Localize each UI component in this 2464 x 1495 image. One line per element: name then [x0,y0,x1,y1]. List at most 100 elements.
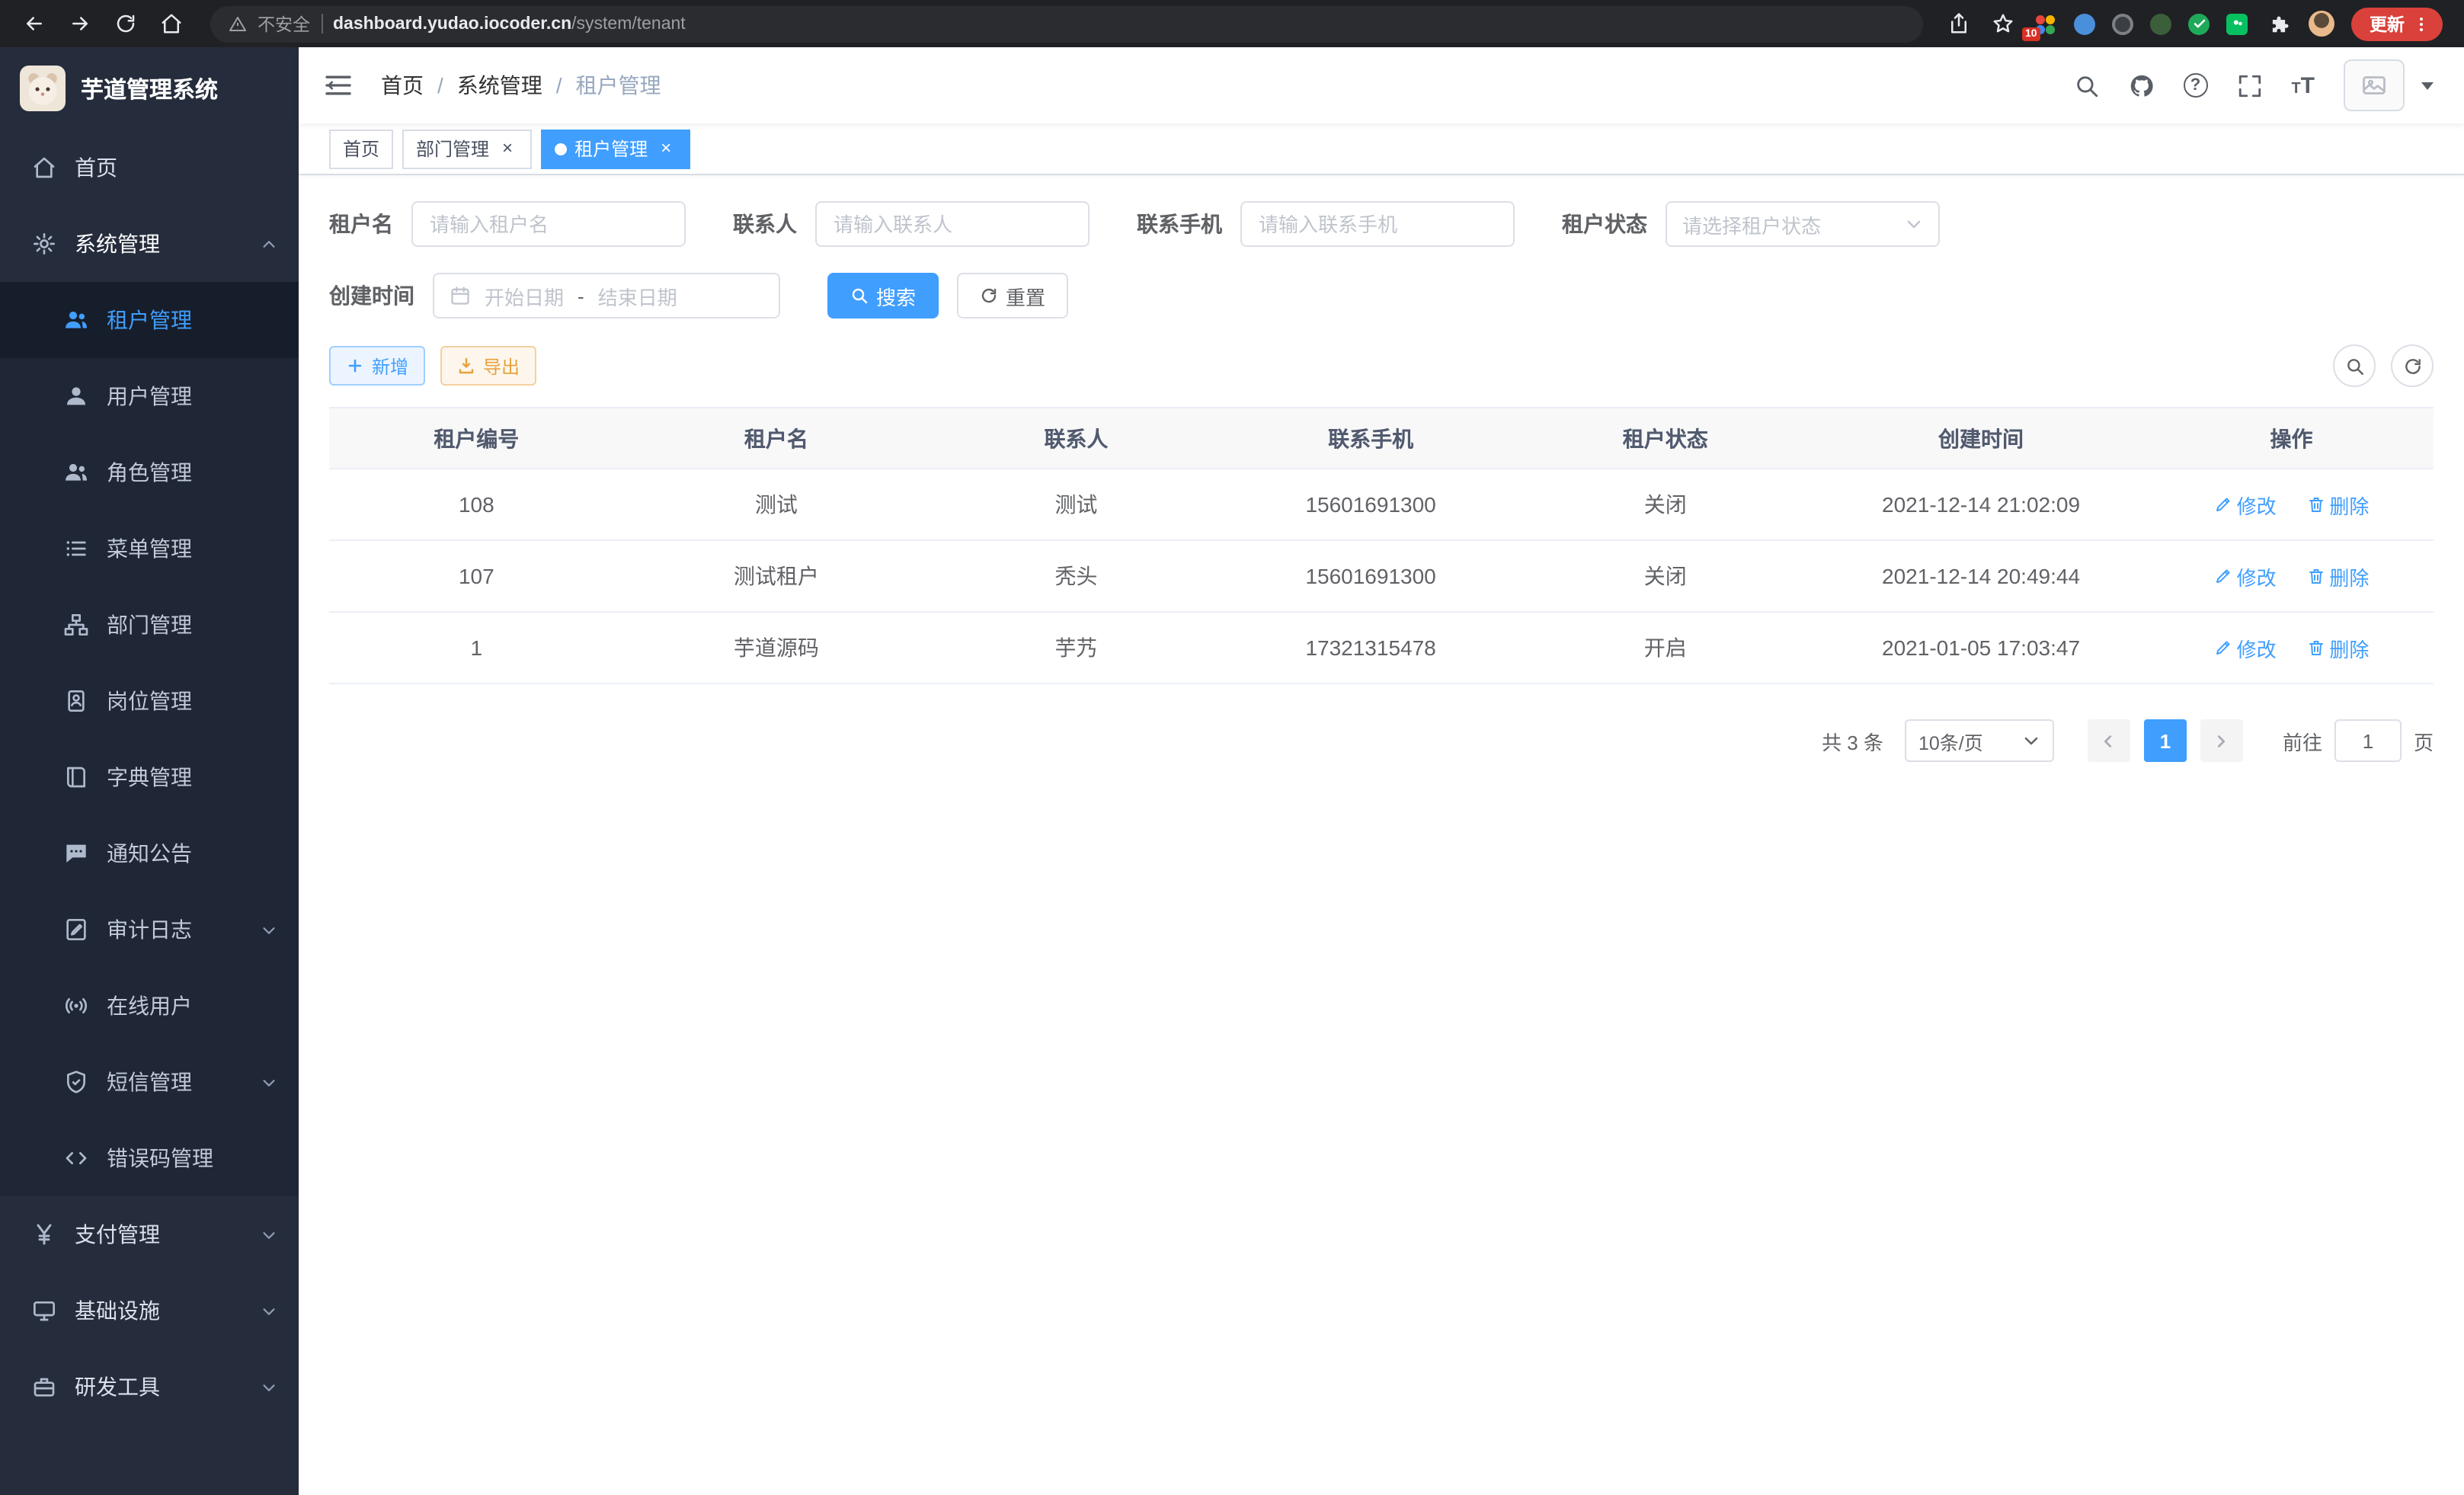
sidebar-item-tenant[interactable]: 租户管理 [0,282,299,358]
sidebar-item-label: 通知公告 [107,838,192,869]
end-date-placeholder[interactable]: 结束日期 [598,281,677,310]
close-icon[interactable]: × [497,138,518,159]
sidebar-item-audit-log[interactable]: 审计日志 [0,892,299,968]
cell-contact: 测试 [929,469,1224,540]
status-select[interactable]: 请选择租户状态 [1666,201,1940,247]
extension-badge: 10 [2022,27,2040,40]
monitor-icon [32,1298,56,1323]
browser-forward-button[interactable] [61,5,98,42]
sidebar-item-post[interactable]: 岗位管理 [0,663,299,739]
goto-label: 前往 [2283,726,2322,755]
cell-created: 2021-12-14 20:49:44 [1813,540,2149,612]
tenant-name-input[interactable] [411,201,686,247]
sidebar-item-dev-tools[interactable]: 研发工具 [0,1349,299,1425]
header-search-icon[interactable] [2073,72,2099,98]
extension-icon-2[interactable] [2074,13,2095,34]
sidebar-item-role[interactable]: 角色管理 [0,434,299,511]
sidebar-item-payment[interactable]: 支付管理 [0,1196,299,1273]
select-placeholder: 请选择租户状态 [1682,210,1821,238]
security-label[interactable]: 不安全 [258,11,310,36]
browser-update-button[interactable]: 更新 [2351,7,2443,40]
close-icon[interactable]: × [655,138,677,159]
chevron-down-icon [261,921,277,938]
sidebar-item-menu[interactable]: 菜单管理 [0,511,299,587]
extension-icon-6[interactable] [2226,13,2248,34]
help-icon[interactable]: ? [2183,73,2207,98]
delete-button[interactable]: 删除 [2306,490,2369,519]
extension-icon-4[interactable] [2150,13,2171,34]
fullscreen-icon[interactable] [2236,72,2262,98]
sidebar-item-system[interactable]: 系统管理 [0,206,299,282]
cell-actions: 修改 删除 [2149,612,2434,683]
column-header: 操作 [2149,408,2434,469]
tenant-table: 租户编号 租户名 联系人 联系手机 租户状态 创建时间 操作 108 测试 [329,407,2434,684]
kebab-menu-icon [2412,14,2430,33]
user-avatar[interactable] [2344,59,2405,111]
page-size-select[interactable]: 10条/页 [1905,719,2054,762]
code-icon [64,1146,88,1170]
share-icon[interactable] [1944,10,1972,37]
reset-button[interactable]: 重置 [957,273,1068,319]
page-number-button[interactable]: 1 [2144,719,2187,762]
cell-created: 2021-12-14 21:02:09 [1813,469,2149,540]
extension-icon-3[interactable] [2112,13,2133,34]
extensions-puzzle-icon[interactable] [2264,10,2292,37]
export-button[interactable]: 导出 [440,346,536,386]
table-refresh-button[interactable] [2391,344,2434,387]
sidebar-toggle-button[interactable] [323,70,354,101]
bookmark-star-icon[interactable] [1989,10,2016,37]
browser-back-button[interactable] [15,5,52,42]
tab-label: 首页 [343,136,379,162]
tab-home[interactable]: 首页 [329,129,393,168]
extension-icon-5[interactable] [2188,13,2210,34]
browser-profile-avatar[interactable] [2309,11,2334,37]
delete-button[interactable]: 删除 [2306,562,2369,591]
column-header: 创建时间 [1813,408,2149,469]
search-button[interactable]: 搜索 [827,273,939,319]
sidebar-item-label: 基础设施 [75,1295,160,1326]
sidebar-item-user[interactable]: 用户管理 [0,358,299,434]
font-size-icon[interactable]: TT [2291,72,2315,98]
contact-input[interactable] [815,201,1090,247]
edit-button[interactable]: 修改 [2214,490,2277,519]
sidebar-item-online-user[interactable]: 在线用户 [0,968,299,1044]
start-date-placeholder[interactable]: 开始日期 [485,281,564,310]
add-button[interactable]: 新增 [329,346,425,386]
sidebar-item-error-code[interactable]: 错误码管理 [0,1120,299,1196]
sidebar-item-label: 租户管理 [107,305,192,335]
edit-button[interactable]: 修改 [2214,633,2277,662]
tab-dept[interactable]: 部门管理 × [402,129,532,168]
org-tree-icon [64,613,88,637]
delete-button[interactable]: 删除 [2306,633,2369,662]
browser-address-bar[interactable]: 不安全 dashboard.yudao.iocoder.cn/system/te… [210,5,1923,42]
mobile-input[interactable] [1240,201,1515,247]
breadcrumb-item[interactable]: 首页 [381,70,424,101]
edit-button[interactable]: 修改 [2214,562,2277,591]
date-range-picker[interactable]: 开始日期 - 结束日期 [433,273,780,319]
avatar-caret-icon[interactable] [2421,82,2434,89]
table-search-toggle-button[interactable] [2333,344,2376,387]
sidebar-item-infrastructure[interactable]: 基础设施 [0,1273,299,1349]
arrow-right-icon [68,12,91,35]
browser-home-button[interactable] [152,5,189,42]
sidebar-item-dict[interactable]: 字典管理 [0,739,299,815]
filter-mobile: 联系手机 [1137,201,1515,247]
home-icon [159,12,182,35]
sidebar-item-notice[interactable]: 通知公告 [0,815,299,892]
breadcrumb-item[interactable]: 系统管理 [457,70,542,101]
github-icon[interactable] [2128,72,2154,98]
next-page-button[interactable] [2200,719,2243,762]
sidebar-item-dept[interactable]: 部门管理 [0,587,299,663]
browser-reload-button[interactable] [107,5,143,42]
cell-tenant-id: 107 [329,540,624,612]
tab-tenant[interactable]: 租户管理 × [541,129,690,168]
extension-icon-1[interactable]: 10 [2033,11,2057,36]
sidebar-item-label: 角色管理 [107,457,192,488]
filter-row-2: 创建时间 开始日期 - 结束日期 搜索 [329,273,2434,319]
prev-page-button[interactable] [2088,719,2130,762]
goto-page-input[interactable] [2334,719,2402,762]
app-logo[interactable]: 芋道管理系统 [0,47,299,130]
sidebar-item-sms[interactable]: 短信管理 [0,1044,299,1120]
sidebar-item-home[interactable]: 首页 [0,130,299,206]
edit-icon [2214,567,2232,585]
